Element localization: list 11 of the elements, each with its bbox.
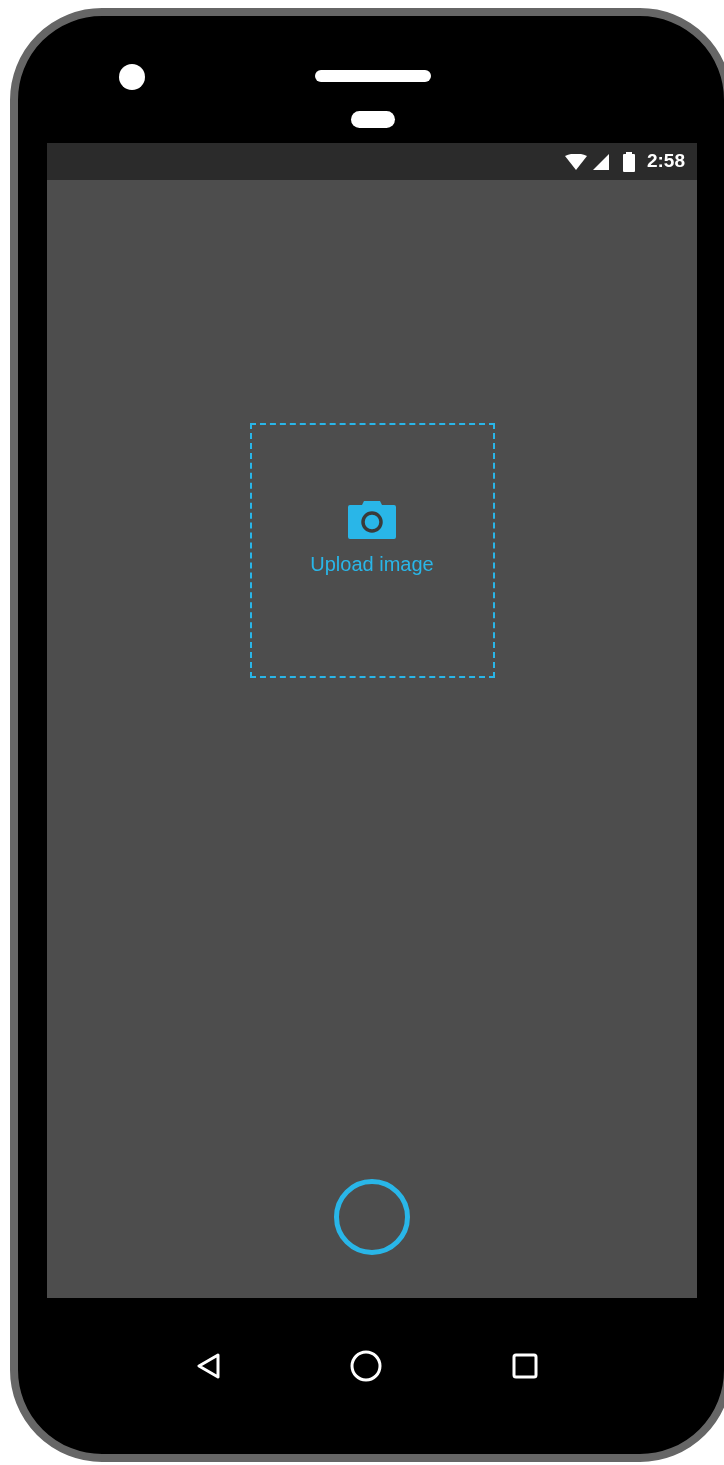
front-camera [119, 64, 145, 90]
home-icon[interactable] [350, 1350, 382, 1382]
battery-icon [622, 151, 635, 172]
recent-apps-icon[interactable] [512, 1353, 538, 1379]
signal-icon [592, 153, 609, 170]
capture-button[interactable] [334, 1179, 410, 1255]
sensor [351, 111, 395, 128]
status-time: 2:58 [646, 149, 685, 174]
upload-image-button[interactable]: Upload image [249, 423, 495, 678]
back-icon[interactable] [196, 1353, 220, 1379]
wifi-icon [564, 153, 587, 170]
